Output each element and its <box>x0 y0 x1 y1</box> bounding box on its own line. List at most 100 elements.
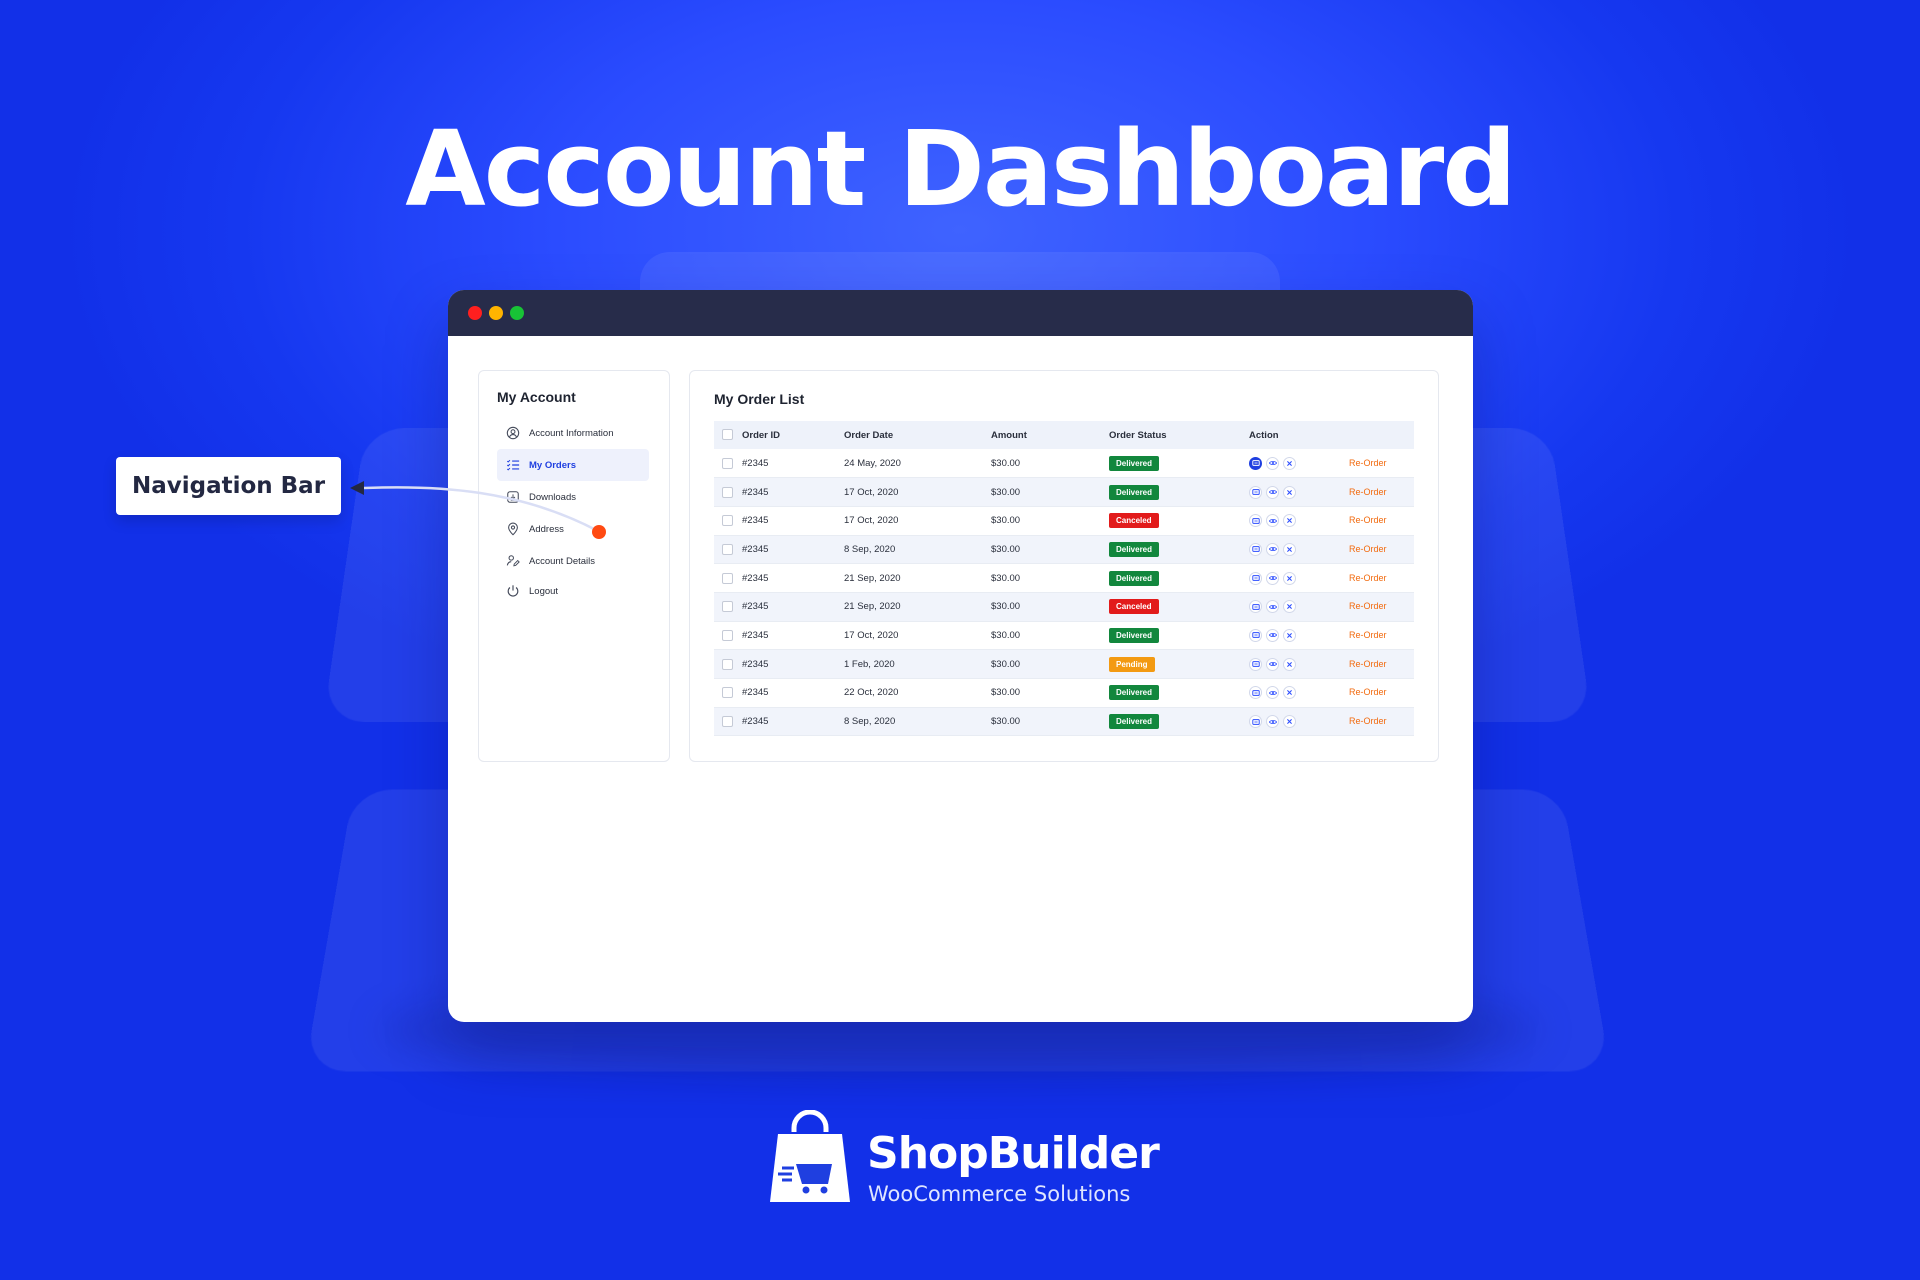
actions-cell <box>1249 592 1349 621</box>
invoice-icon[interactable] <box>1249 485 1262 499</box>
cancel-x-icon[interactable] <box>1283 600 1296 614</box>
amount-cell: $30.00 <box>991 687 1021 699</box>
col-header-order-status: Order Status <box>1109 421 1249 449</box>
order-list-panel: My Order List Order ID Order Date Amount… <box>689 370 1439 762</box>
view-eye-icon[interactable] <box>1266 456 1279 470</box>
row-select-cell <box>714 478 742 507</box>
row-select-cell <box>714 650 742 679</box>
status-cell: Delivered <box>1109 564 1249 593</box>
maximize-window-dot[interactable] <box>510 306 524 320</box>
invoice-icon[interactable] <box>1249 456 1262 470</box>
reorder-link[interactable]: Re-Order <box>1349 515 1387 525</box>
order-date-cell: 21 Sep, 2020 <box>844 572 901 584</box>
cancel-x-icon[interactable] <box>1283 715 1296 729</box>
sidebar-item-downloads[interactable]: Downloads <box>497 481 649 513</box>
reorder-link[interactable]: Re-Order <box>1349 573 1387 583</box>
orders-table: Order ID Order Date Amount Order Status … <box>714 421 1414 736</box>
cancel-x-icon[interactable] <box>1283 628 1296 642</box>
close-window-dot[interactable] <box>468 306 482 320</box>
row-checkbox[interactable] <box>722 601 733 613</box>
power-icon <box>505 583 521 599</box>
window-titlebar <box>448 290 1473 336</box>
row-select-cell <box>714 707 742 736</box>
status-badge: Delivered <box>1109 627 1160 643</box>
status-cell: Canceled <box>1109 592 1249 621</box>
row-checkbox[interactable] <box>722 629 733 641</box>
order-id-cell: #2345 <box>742 543 769 555</box>
reorder-cell: Re-Order <box>1349 506 1414 535</box>
sidebar-item-address[interactable]: Address <box>497 513 649 545</box>
reorder-link[interactable]: Re-Order <box>1349 458 1387 468</box>
select-all-checkbox[interactable] <box>722 429 733 441</box>
reorder-link[interactable]: Re-Order <box>1349 716 1387 726</box>
order-date-cell: 22 Oct, 2020 <box>844 687 899 699</box>
row-checkbox[interactable] <box>722 687 733 699</box>
minimize-window-dot[interactable] <box>489 306 503 320</box>
cancel-x-icon[interactable] <box>1283 542 1296 556</box>
invoice-icon[interactable] <box>1249 657 1262 671</box>
invoice-icon[interactable] <box>1249 628 1262 642</box>
row-checkbox[interactable] <box>722 486 733 498</box>
sidebar-item-account-information[interactable]: Account Information <box>497 417 649 449</box>
view-eye-icon[interactable] <box>1266 514 1279 528</box>
cancel-x-icon[interactable] <box>1283 485 1296 499</box>
amount-cell: $30.00 <box>991 543 1021 555</box>
reorder-link[interactable]: Re-Order <box>1349 487 1387 497</box>
view-eye-icon[interactable] <box>1266 485 1279 499</box>
order-date-cell: 24 May, 2020 <box>844 457 901 469</box>
hero-title: Account Dashboard <box>405 108 1517 230</box>
amount-cell: $30.00 <box>991 486 1021 498</box>
sidebar-item-logout[interactable]: Logout <box>497 577 649 605</box>
invoice-icon[interactable] <box>1249 600 1262 614</box>
view-eye-icon[interactable] <box>1266 542 1279 556</box>
list-icon <box>505 457 521 473</box>
actions-cell <box>1249 506 1349 535</box>
status-cell: Delivered <box>1109 478 1249 507</box>
cancel-x-icon[interactable] <box>1283 456 1296 470</box>
sidebar-item-account-details[interactable]: Account Details <box>497 545 649 577</box>
view-eye-icon[interactable] <box>1266 628 1279 642</box>
reorder-link[interactable]: Re-Order <box>1349 659 1387 669</box>
status-cell: Delivered <box>1109 535 1249 564</box>
status-badge: Delivered <box>1109 541 1160 557</box>
reorder-link[interactable]: Re-Order <box>1349 601 1387 611</box>
status-cell: Delivered <box>1109 449 1249 478</box>
table-row: #2345 17 Oct, 2020 $30.00 Canceled Re-Order <box>714 506 1414 536</box>
invoice-icon[interactable] <box>1249 514 1262 528</box>
row-checkbox[interactable] <box>722 543 733 555</box>
row-checkbox[interactable] <box>722 572 733 584</box>
row-checkbox[interactable] <box>722 515 733 527</box>
row-select-cell <box>714 564 742 593</box>
row-select-cell <box>714 592 742 621</box>
actions-cell <box>1249 564 1349 593</box>
cancel-x-icon[interactable] <box>1283 686 1296 700</box>
col-header-reorder <box>1349 421 1414 449</box>
invoice-icon[interactable] <box>1249 686 1262 700</box>
cancel-x-icon[interactable] <box>1283 571 1296 585</box>
sidebar-item-label: My Orders <box>529 459 576 471</box>
view-eye-icon[interactable] <box>1266 657 1279 671</box>
row-checkbox[interactable] <box>722 658 733 670</box>
view-eye-icon[interactable] <box>1266 686 1279 700</box>
sidebar-item-my-orders[interactable]: My Orders <box>497 449 649 481</box>
reorder-link[interactable]: Re-Order <box>1349 687 1387 697</box>
reorder-link[interactable]: Re-Order <box>1349 544 1387 554</box>
view-eye-icon[interactable] <box>1266 571 1279 585</box>
reorder-link[interactable]: Re-Order <box>1349 630 1387 640</box>
cancel-x-icon[interactable] <box>1283 657 1296 671</box>
status-cell: Delivered <box>1109 707 1249 736</box>
reorder-cell: Re-Order <box>1349 592 1414 621</box>
cancel-x-icon[interactable] <box>1283 514 1296 528</box>
row-checkbox[interactable] <box>722 457 733 469</box>
map-pin-icon <box>505 521 521 537</box>
status-badge: Canceled <box>1109 599 1159 615</box>
invoice-icon[interactable] <box>1249 571 1262 585</box>
invoice-icon[interactable] <box>1249 715 1262 729</box>
view-eye-icon[interactable] <box>1266 715 1279 729</box>
table-row: #2345 1 Feb, 2020 $30.00 Pending Re-Order <box>714 649 1414 679</box>
view-eye-icon[interactable] <box>1266 600 1279 614</box>
row-checkbox[interactable] <box>722 716 733 728</box>
status-cell: Delivered <box>1109 679 1249 708</box>
table-row: #2345 8 Sep, 2020 $30.00 Delivered Re-Order <box>714 707 1414 736</box>
invoice-icon[interactable] <box>1249 542 1262 556</box>
